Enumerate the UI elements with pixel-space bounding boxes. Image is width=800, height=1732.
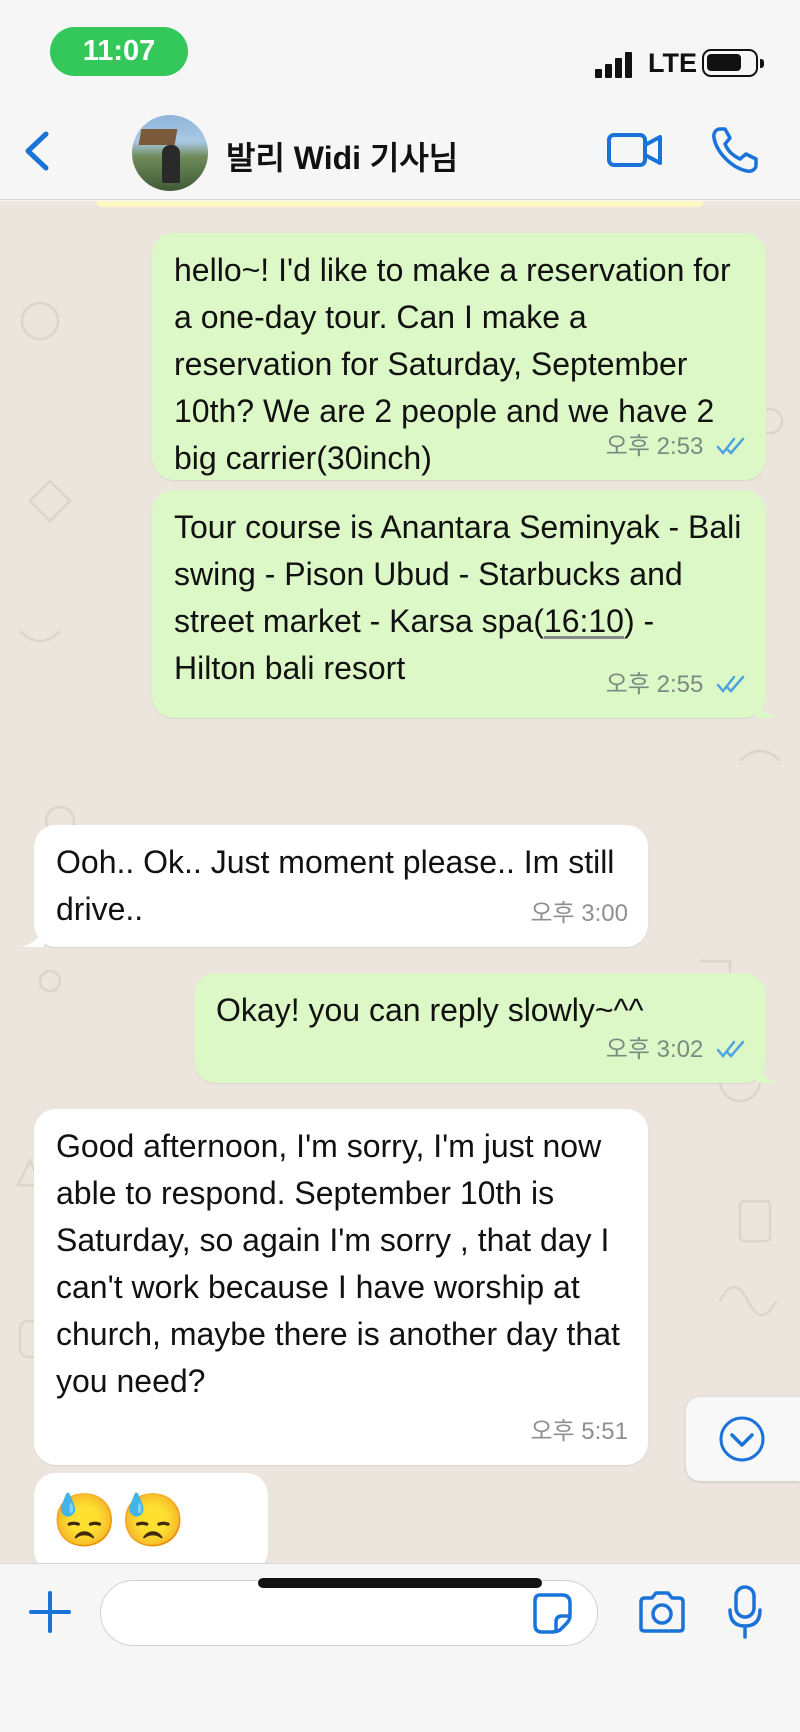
message-time: 오후 3:00 xyxy=(530,900,628,927)
message-incoming[interactable]: Ooh.. Ok.. Just moment please.. Im still… xyxy=(20,825,648,947)
network-type: LTE xyxy=(648,48,697,78)
message-text: Good afternoon, I'm sorry, I'm just now … xyxy=(56,1128,620,1399)
message-time: 오후 2:55 xyxy=(605,671,704,698)
avatar[interactable] xyxy=(132,115,208,191)
previous-message-edge xyxy=(96,201,704,207)
video-camera-icon[interactable] xyxy=(606,130,664,170)
double-check-icon xyxy=(716,437,745,455)
message-meta: 오후 3:00 xyxy=(530,890,628,937)
chevron-left-icon[interactable] xyxy=(18,128,58,174)
message-meta: 오후 2:53 xyxy=(606,423,746,470)
message-meta: 오후 3:02 xyxy=(606,1026,746,1073)
chevron-down-circle-icon xyxy=(719,1416,765,1462)
scroll-to-bottom-button[interactable] xyxy=(686,1397,800,1481)
chat-area[interactable]: hello~! I'd like to make a reservation f… xyxy=(0,201,800,1563)
chat-header: 발리 Widi 기사님 xyxy=(0,100,800,200)
status-bar: 11:07 LTE xyxy=(0,0,800,100)
microphone-icon[interactable] xyxy=(727,1584,763,1640)
message-outgoing[interactable]: Okay! you can reply slowly~^^ 오후 3:02 xyxy=(194,973,780,1083)
home-indicator[interactable] xyxy=(258,1578,542,1588)
message-time: 오후 3:02 xyxy=(605,1036,704,1063)
message-time: 오후 5:51 xyxy=(530,1418,628,1445)
message-outgoing[interactable]: hello~! I'd like to make a reservation f… xyxy=(152,233,766,480)
status-time[interactable]: 11:07 xyxy=(50,27,188,76)
message-time: 오후 2:53 xyxy=(605,433,704,460)
bubble-tail xyxy=(20,925,44,947)
double-check-icon xyxy=(716,1040,745,1058)
message-incoming[interactable]: Good afternoon, I'm sorry, I'm just now … xyxy=(34,1109,648,1465)
phone-icon[interactable] xyxy=(710,125,760,175)
contact-name[interactable]: 발리 Widi 기사님 xyxy=(226,133,458,179)
message-incoming-emoji[interactable]: 😓😓😓 xyxy=(34,1473,268,1563)
bubble-tail xyxy=(756,1061,780,1083)
plus-icon[interactable] xyxy=(28,1590,72,1634)
input-bar xyxy=(0,1563,800,1732)
battery-icon xyxy=(702,49,764,77)
message-input[interactable] xyxy=(100,1580,598,1646)
emoji-text: 😓😓😓 xyxy=(52,1492,190,1550)
message-meta: 오후 5:51 xyxy=(530,1408,628,1455)
double-check-icon xyxy=(716,675,745,693)
cell-signal-icon xyxy=(595,52,635,78)
message-outgoing[interactable]: Tour course is Anantara Seminyak - Bali … xyxy=(152,490,780,718)
time-link[interactable]: 16:10 xyxy=(544,603,624,639)
message-meta: 오후 2:55 xyxy=(606,661,746,708)
bubble-tail xyxy=(756,696,780,718)
camera-icon[interactable] xyxy=(637,1590,687,1634)
sticker-icon[interactable] xyxy=(532,1592,574,1634)
